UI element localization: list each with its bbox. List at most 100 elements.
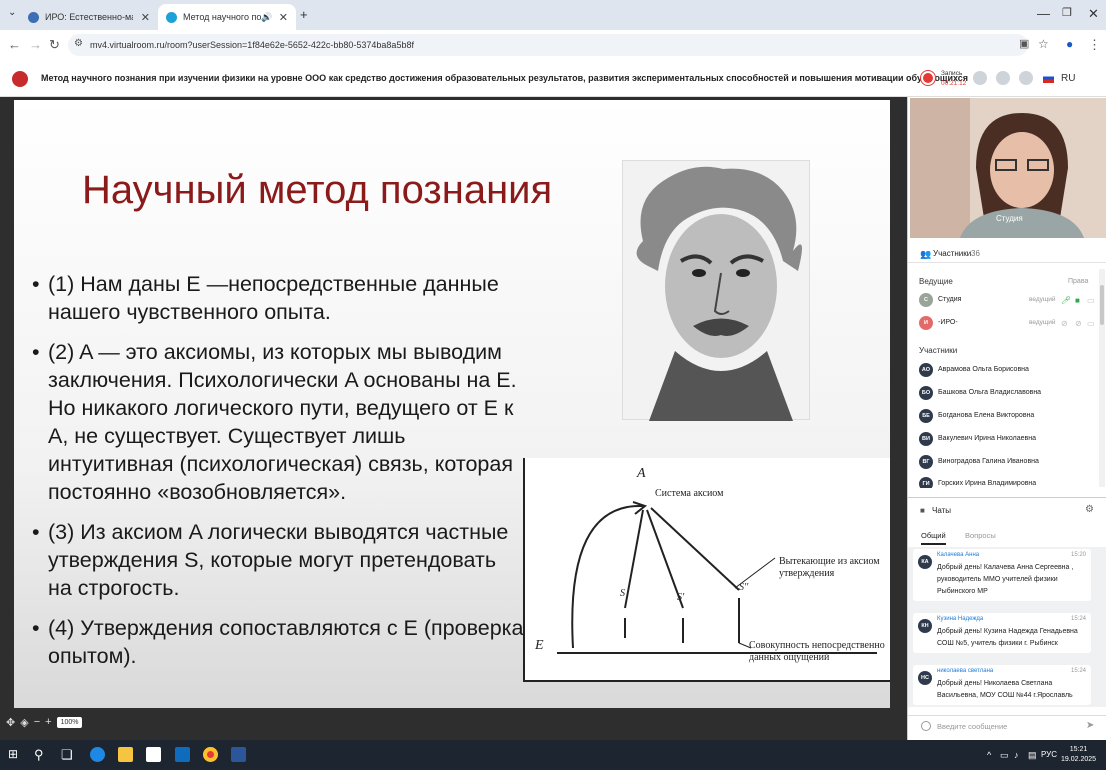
participant-role: ведущий — [1029, 319, 1056, 326]
info-icon[interactable] — [996, 71, 1010, 85]
windows-start-icon[interactable]: ⊞ — [8, 747, 18, 761]
notification-icon[interactable]: ▤ — [1028, 750, 1037, 761]
event-title: Метод научного познания при изучении физ… — [41, 73, 969, 83]
gear-icon[interactable]: ⚙ — [1085, 504, 1094, 515]
slide-bullet: (4) Утверждения сопоставляются с E (пров… — [32, 614, 524, 670]
message-time: 15:24 — [1071, 616, 1087, 622]
participant-row[interactable]: ВГ Виноградова Галина Ивановна — [919, 454, 1099, 472]
message-text: Добрый день! Кузина Надежда Генадьевна С… — [937, 628, 1078, 647]
volume-icon[interactable]: ♪ — [1014, 750, 1019, 760]
chat-input-placeholder: Введите сообщение — [937, 722, 1008, 731]
avatar: ВИ — [919, 432, 933, 446]
slide-title: Научный метод познания — [82, 168, 553, 212]
tab-general[interactable]: Общий — [921, 531, 946, 545]
restore-icon[interactable]: ❐ — [1062, 6, 1072, 19]
host-row[interactable]: С Студия ведущий 🎤︎ ■ ▭ — [919, 292, 1099, 310]
profile-icon[interactable]: ● — [1066, 37, 1073, 51]
cast-icon[interactable]: ▣ — [1019, 37, 1029, 50]
task-view-icon[interactable]: ❏ — [61, 747, 73, 763]
input-language[interactable]: РУС — [1041, 750, 1057, 759]
new-tab-icon[interactable]: + — [300, 7, 308, 22]
pan-icon[interactable]: ✥ — [6, 716, 15, 729]
window-close-icon[interactable]: ✕ — [1088, 6, 1099, 22]
minimize-icon[interactable]: — — [1037, 6, 1050, 21]
bookmark-star-icon[interactable]: ☆ — [1038, 37, 1049, 51]
forward-icon[interactable]: → — [29, 37, 42, 52]
camera-off-icon[interactable]: ⊘ — [1075, 319, 1082, 328]
speaker-icon[interactable]: 🔊 — [261, 12, 272, 23]
chat-messages: КА Калачева Анна 15:20 Добрый день! Кала… — [908, 547, 1106, 707]
participant-row[interactable]: БО Башкова Ольга Владиславовна — [919, 385, 1099, 403]
record-icon — [921, 71, 935, 85]
einstein-diagram: A Система аксиом Вытекающие из аксиом ут… — [523, 458, 890, 682]
tray-chevron-icon[interactable]: ^ — [987, 750, 991, 760]
einstein-portrait — [622, 160, 810, 421]
host-row[interactable]: И -ИРО- ведущий ⊘ ⊘ ▭ — [919, 315, 1099, 333]
chat-message: НС николаева светлана 15:24 Добрый день!… — [913, 665, 1091, 705]
participants-header[interactable]: 👥 Участники 36 — [908, 245, 1106, 263]
message-author: Калачева Анна — [937, 552, 980, 558]
windows-taskbar: ⊞ ⚲ ❏ ^ ▭ ♪ ▤ РУС 15:21 19.02.2025 — [0, 740, 1106, 770]
participant-name: -ИРО- — [938, 319, 958, 326]
slide-bullet: (2) A — это аксиомы, из которых мы вывод… — [32, 338, 524, 506]
participant-row[interactable]: ГИ Горских Ирина Владимировна — [919, 476, 1099, 488]
url-field[interactable]: ⚙ mv4.virtualroom.ru/room?userSession=1f… — [68, 34, 1028, 56]
scrollbar-thumb[interactable] — [1100, 285, 1104, 325]
file-explorer-icon[interactable] — [118, 747, 133, 762]
message-time: 15:24 — [1071, 668, 1087, 674]
close-icon[interactable]: ✕ — [279, 11, 288, 24]
presenter-video[interactable]: Студия — [910, 98, 1106, 238]
outlook-icon[interactable] — [175, 747, 190, 762]
send-icon[interactable]: ➤ — [1086, 720, 1094, 731]
close-icon[interactable]: ✕ — [141, 11, 150, 24]
site-info-icon[interactable]: ⚙ — [74, 38, 83, 49]
avatar: ГИ — [919, 477, 933, 488]
microphone-off-icon[interactable]: ⊘ — [1061, 319, 1068, 328]
chat-input[interactable]: Введите сообщение ➤ — [908, 715, 1106, 737]
zoom-in-icon[interactable]: + — [45, 716, 51, 728]
back-icon[interactable]: ← — [8, 37, 21, 52]
word-icon[interactable] — [231, 747, 246, 762]
tab-title: Метод научного познания пр — [183, 12, 261, 22]
chat-message: КА Калачева Анна 15:20 Добрый день! Кала… — [913, 549, 1091, 601]
zoom-controls: ✥ ◈ − + 100% — [6, 713, 83, 731]
microphone-icon[interactable]: 🎤︎ — [1061, 296, 1071, 305]
message-author: Кузина Надежда — [937, 616, 984, 622]
participant-row[interactable]: БЕ Богданова Елена Викторовна — [919, 408, 1099, 426]
russian-flag-icon[interactable] — [1043, 73, 1054, 83]
participant-row[interactable]: АО Аврамова Ольга Борисовна — [919, 362, 1099, 380]
edge-icon[interactable] — [90, 747, 105, 762]
store-icon[interactable] — [146, 747, 161, 762]
camera-icon[interactable]: ■ — [1075, 296, 1080, 305]
tab-questions[interactable]: Вопросы — [965, 531, 996, 540]
tab-title: ИРО: Естественно-математич — [45, 12, 133, 22]
tab-virtualroom[interactable]: Метод научного познания пр 🔊 ✕ — [158, 4, 296, 30]
settings-icon[interactable] — [1019, 71, 1033, 85]
room-header: Метод научного познания при изучении физ… — [0, 60, 1106, 97]
presenter-name: Студия — [996, 214, 1023, 223]
menu-icon[interactable]: ⋮ — [1088, 37, 1101, 53]
screen-share-icon[interactable]: ▭ — [1087, 319, 1095, 328]
system-clock[interactable]: 15:21 19.02.2025 — [1061, 745, 1096, 765]
emoji-icon[interactable] — [921, 721, 931, 731]
participant-name: Богданова Елена Викторовна — [938, 412, 1035, 419]
chats-header: ■ Чаты ⚙ — [908, 497, 1106, 519]
message-text: Добрый день! Николаева Светлана Васильев… — [937, 680, 1073, 699]
chrome-icon[interactable] — [203, 747, 218, 762]
fit-icon[interactable]: ◈ — [20, 716, 28, 729]
search-icon[interactable]: ⚲ — [34, 747, 44, 763]
avatar: НС — [918, 671, 932, 685]
tab-iro[interactable]: ИРО: Естественно-математич ✕ — [20, 4, 158, 30]
record-time: 00:21:12 — [941, 80, 967, 87]
folder-icon[interactable] — [973, 71, 987, 85]
zoom-level[interactable]: 100% — [56, 716, 83, 728]
participants-scrollbar[interactable] — [1099, 269, 1105, 487]
zoom-out-icon[interactable]: − — [34, 716, 40, 728]
reload-icon[interactable]: ↻ — [49, 37, 60, 53]
tab-list-icon[interactable]: ⌄ — [8, 7, 16, 18]
avatar: АО — [919, 363, 933, 377]
network-icon[interactable]: ▭ — [1000, 750, 1009, 761]
participant-row[interactable]: ВИ Вакулевич Ирина Николаевна — [919, 431, 1099, 449]
screen-share-icon[interactable]: ▭ — [1087, 296, 1095, 305]
language-selector[interactable]: RU — [1061, 73, 1075, 84]
